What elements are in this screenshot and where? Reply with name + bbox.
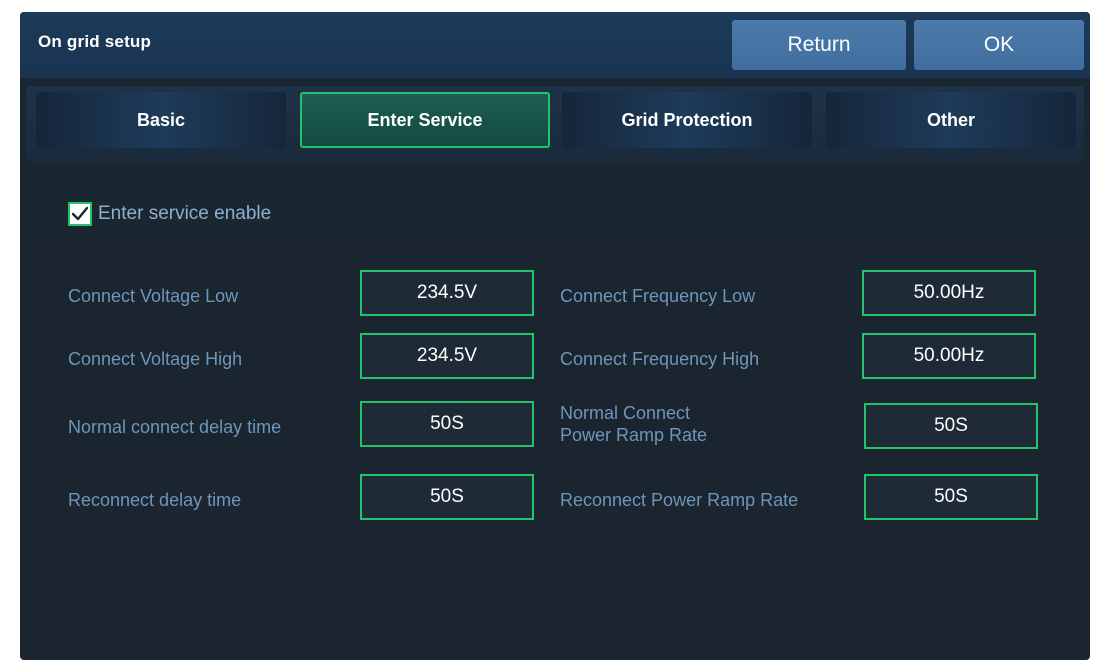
normal-connect-power-ramp-rate-label-line2: Power Ramp Rate [560,425,708,445]
reconnect-delay-time-label: Reconnect delay time [68,490,242,510]
normal-connect-delay-time-label: Normal connect delay time [68,417,282,437]
on-grid-setup-window: On grid setup Return OK Basic Enter Serv… [20,12,1090,660]
reconnect-power-ramp-rate-label: Reconnect Power Ramp Rate [560,490,799,510]
enter-service-enable-checkbox[interactable] [68,202,92,226]
enter-service-panel: Enter service enable Connect Voltage Low… [20,172,1090,660]
normal-connect-power-ramp-rate-label-line1: Normal Connect [560,403,691,423]
normal-connect-delay-time-field[interactable]: 50S [360,401,534,447]
connect-voltage-low-label: Connect Voltage Low [68,286,239,306]
connect-voltage-low-field[interactable]: 234.5V [360,270,534,316]
connect-voltage-high-field[interactable]: 234.5V [360,333,534,379]
window-title: On grid setup [38,32,152,51]
enter-service-enable-label: Enter service enable [98,203,272,224]
connect-frequency-high-label: Connect Frequency High [560,349,760,369]
tab-grid-protection[interactable]: Grid Protection [562,92,812,148]
checkmark-icon [71,206,89,221]
connect-frequency-low-label: Connect Frequency Low [560,286,756,306]
normal-connect-power-ramp-rate-field[interactable]: 50S [864,403,1038,449]
tab-bar: Basic Enter Service Grid Protection Othe… [26,86,1084,162]
ok-button[interactable]: OK [914,20,1084,70]
reconnect-power-ramp-rate-field[interactable]: 50S [864,474,1038,520]
enter-service-enable-toggle[interactable]: Enter service enable [68,202,271,226]
connect-frequency-low-field[interactable]: 50.00Hz [862,270,1036,316]
title-bar: On grid setup Return OK [20,12,1090,78]
connect-frequency-high-field[interactable]: 50.00Hz [862,333,1036,379]
tab-other[interactable]: Other [826,92,1076,148]
reconnect-delay-time-field[interactable]: 50S [360,474,534,520]
connect-voltage-high-label: Connect Voltage High [68,349,243,369]
tab-basic[interactable]: Basic [36,92,286,148]
tab-enter-service[interactable]: Enter Service [300,92,550,148]
return-button[interactable]: Return [732,20,906,70]
